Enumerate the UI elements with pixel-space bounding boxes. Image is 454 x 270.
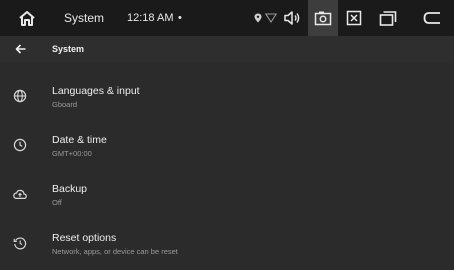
screenshot-icon [314,11,332,26]
history-icon [13,237,27,250]
back-button[interactable] [8,36,32,62]
item-title: Reset options [52,232,117,244]
list-item-backup[interactable]: Backup Off [0,170,454,219]
item-subtitle: GMT+00:00 [52,149,92,158]
page-title: System [52,44,85,54]
recents-button[interactable] [374,0,402,36]
status-app-title: System [64,11,105,25]
status-time: 12:18 AM [127,12,174,24]
clock-icon [13,138,27,152]
list-item-languages[interactable]: Languages & input Gboard [0,72,454,121]
list-item-date-time[interactable]: Date & time GMT+00:00 [0,121,454,170]
cloud-upload-icon [13,189,27,199]
back-arrow-icon [423,12,440,24]
home-button[interactable] [14,0,40,36]
item-title: Backup [52,183,88,195]
status-dot: • [178,12,182,24]
screenshot-button[interactable] [308,0,338,36]
location-indicator [254,0,262,36]
item-title: Languages & input [52,85,140,97]
volume-icon [284,11,300,25]
item-subtitle: Gboard [52,100,78,109]
list-item-reset-options[interactable]: Reset options Network, apps, or device c… [0,219,454,268]
home-icon [19,10,35,26]
back-nav-button[interactable] [418,0,446,36]
item-subtitle: Network, apps, or device can be reset [52,247,178,256]
app-bar: System [0,36,454,62]
status-bar: System 12:18 AM • [0,0,454,36]
close-box-icon [346,10,362,26]
item-title: Date & time [52,134,107,146]
item-subtitle: Off [52,198,62,207]
arrow-left-icon [15,44,25,54]
globe-icon [13,89,27,103]
recents-icon [379,11,397,26]
close-app-button[interactable] [340,0,368,36]
volume-button[interactable] [278,0,306,36]
wifi-indicator [265,0,277,36]
location-icon [254,13,262,23]
wifi-icon [265,13,277,23]
